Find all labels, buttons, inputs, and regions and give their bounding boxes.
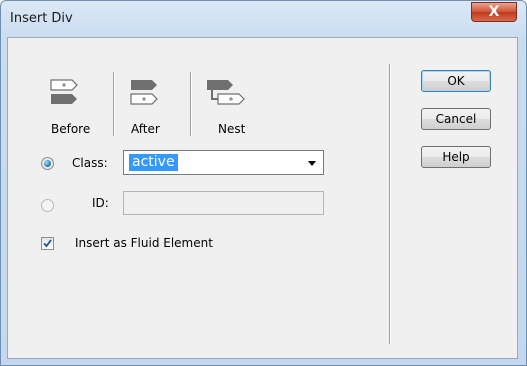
buttons-divider (389, 64, 390, 344)
before-label[interactable]: Before (51, 122, 90, 136)
placement-divider-2 (190, 72, 191, 136)
class-value: active (129, 154, 178, 171)
id-label: ID: (92, 196, 109, 210)
radio-selected-dot (44, 160, 51, 167)
after-label[interactable]: After (131, 122, 160, 136)
insert-after-icon[interactable] (130, 79, 180, 119)
placement-divider-1 (113, 72, 114, 136)
cancel-button[interactable]: Cancel (421, 108, 491, 130)
class-radio[interactable] (41, 157, 54, 170)
class-dropdown[interactable]: active (123, 150, 324, 175)
id-field[interactable] (123, 191, 324, 215)
insert-nest-icon[interactable] (206, 79, 266, 119)
close-icon: X (488, 4, 500, 20)
id-radio[interactable] (41, 199, 54, 212)
fluid-element-label[interactable]: Insert as Fluid Element (75, 236, 213, 250)
close-button[interactable]: X (471, 2, 517, 22)
class-label: Class: (72, 156, 108, 170)
checkmark-icon (43, 239, 52, 248)
help-button[interactable]: Help (421, 146, 491, 168)
chevron-down-icon[interactable] (308, 161, 316, 166)
fluid-element-checkbox[interactable] (41, 237, 54, 250)
nest-label[interactable]: Nest (218, 122, 245, 136)
insert-before-icon[interactable] (50, 79, 100, 119)
dialog-title: Insert Div (10, 11, 73, 26)
ok-button[interactable]: OK (421, 70, 491, 92)
